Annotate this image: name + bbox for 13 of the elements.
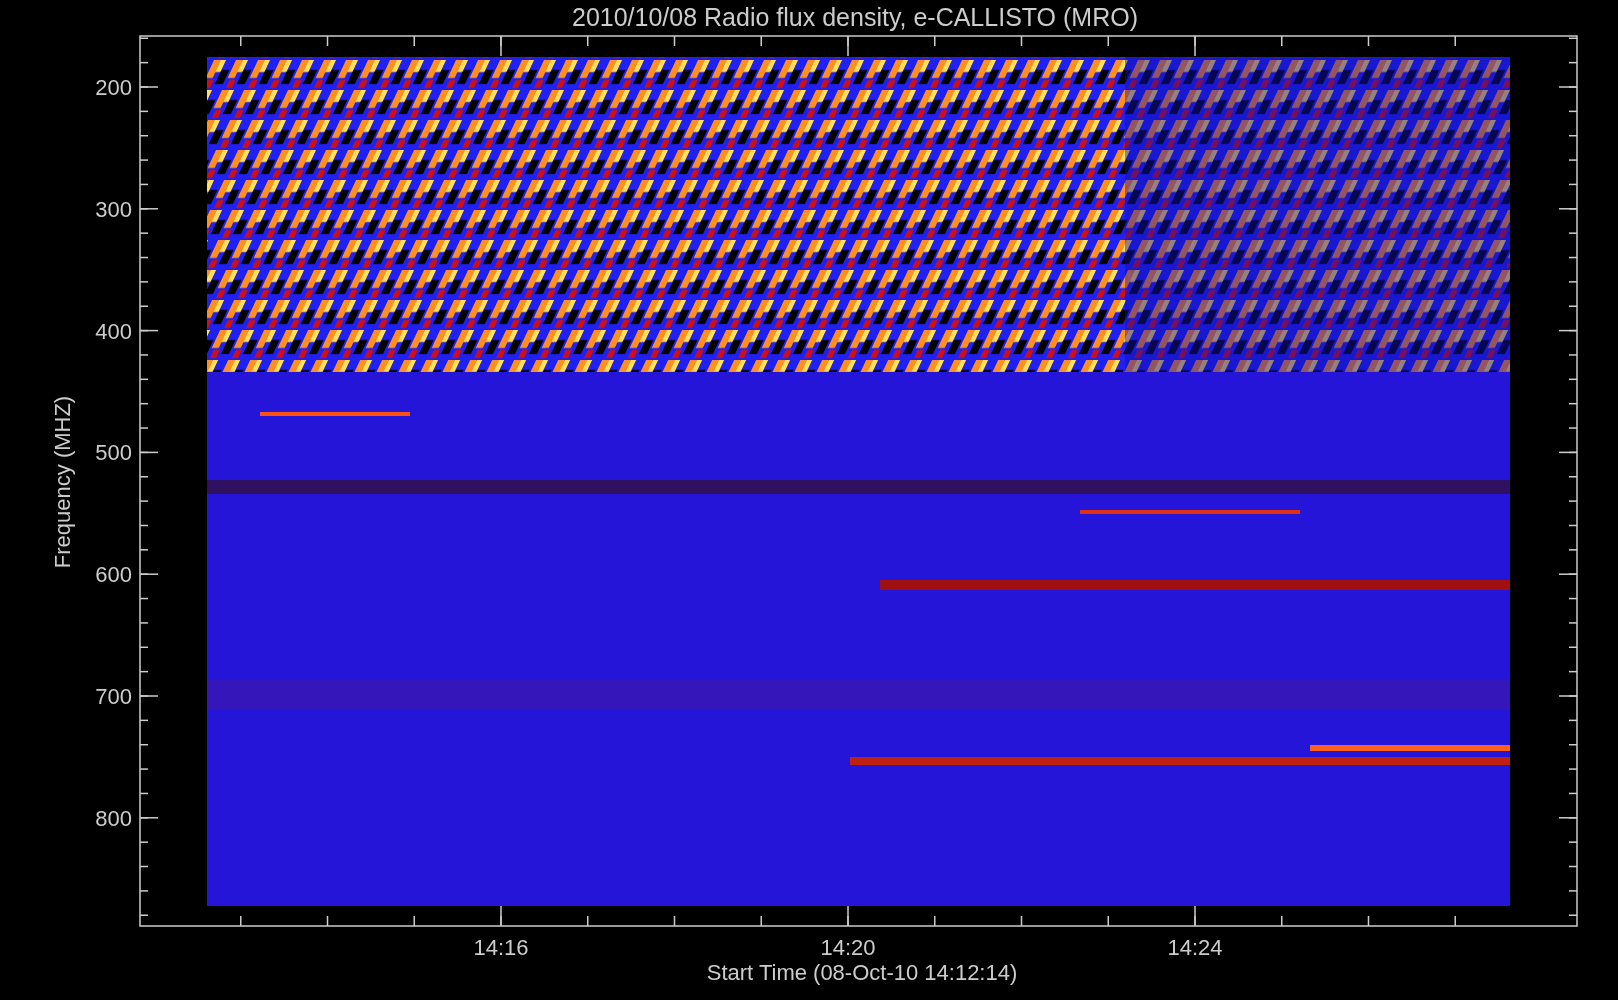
- x-tick-label: 14:24: [1167, 935, 1223, 960]
- y-tick-label: 400: [95, 318, 132, 344]
- y-tick-label: 700: [95, 684, 132, 709]
- chart-title: 2010/10/08 Radio flux density, e-CALLISTO (MRO): [572, 3, 1138, 31]
- x-tick-label: 14:16: [473, 935, 529, 960]
- y-tick-label: 200: [95, 75, 132, 100]
- x-tick-label: 14:20: [820, 935, 876, 960]
- y-tick-label: 800: [95, 805, 132, 831]
- y-tick-label: 600: [95, 562, 132, 588]
- y-axis-label: Frequency (MHZ): [50, 395, 75, 569]
- y-tick-label: 500: [95, 440, 132, 466]
- x-axis-label: Start Time (08-Oct-10 14:12:14): [706, 960, 1018, 985]
- y-tick-label: 300: [95, 196, 132, 222]
